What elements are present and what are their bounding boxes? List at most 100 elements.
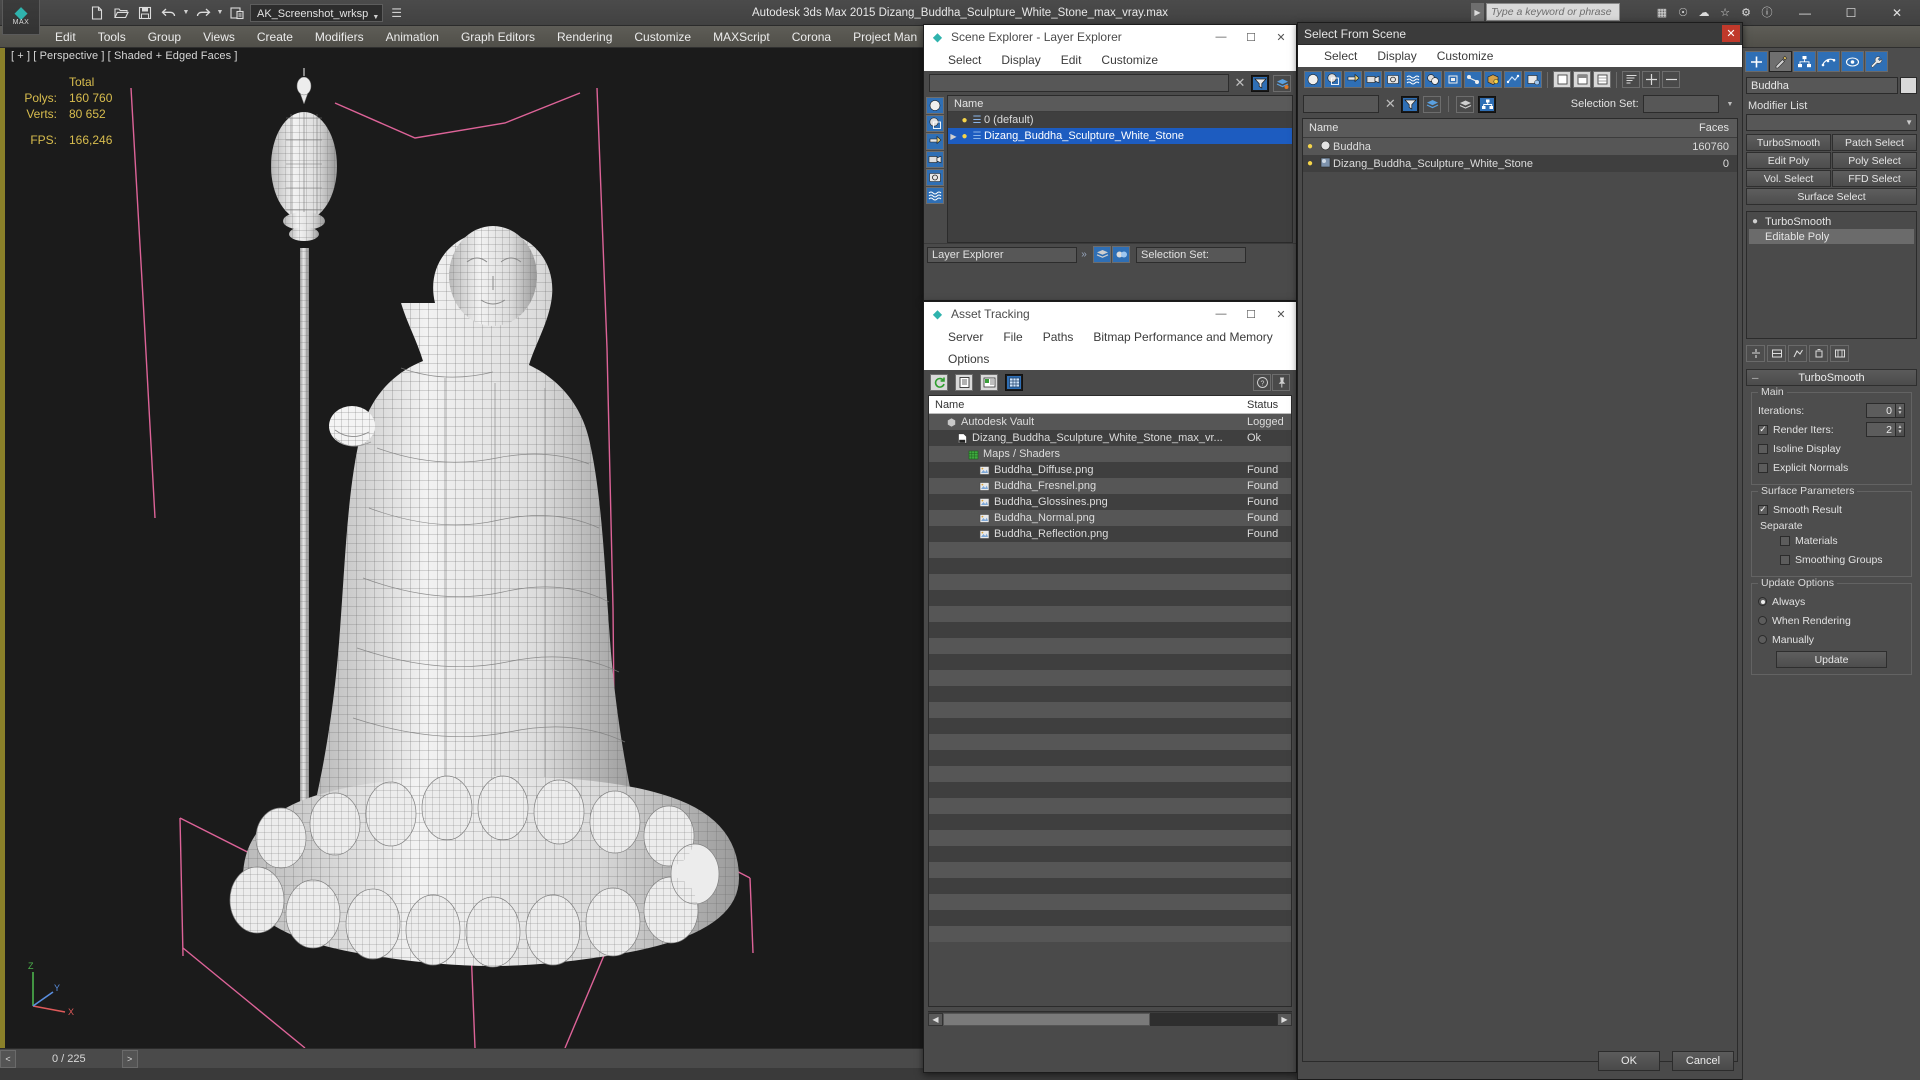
scene-explorer-close[interactable]: ✕: [1266, 25, 1296, 49]
geometry-filter-icon[interactable]: [926, 97, 944, 114]
spacewarps-filter-icon[interactable]: [1404, 71, 1422, 88]
configure-sets-icon[interactable]: [1830, 345, 1849, 362]
update-always-row[interactable]: Always: [1758, 593, 1905, 610]
table-row-empty[interactable]: [929, 670, 1291, 686]
light-bulb-icon[interactable]: ●: [1303, 141, 1317, 152]
modifier-stack[interactable]: ● TurboSmooth Editable Poly: [1746, 211, 1917, 339]
table-row[interactable]: ● ☰ 0 (default): [948, 112, 1292, 128]
table-row-empty[interactable]: [929, 574, 1291, 590]
redo-icon[interactable]: [192, 3, 214, 23]
refresh-icon[interactable]: [930, 374, 948, 391]
filter-icon[interactable]: [1401, 95, 1420, 113]
clear-x-icon[interactable]: ✕: [1383, 96, 1397, 112]
scroll-thumb[interactable]: [943, 1012, 1151, 1026]
filter-icon[interactable]: [1251, 74, 1269, 92]
stack-item-editable-poly[interactable]: Editable Poly: [1749, 229, 1914, 244]
table-row-empty[interactable]: [929, 782, 1291, 798]
workspace-grid-icon[interactable]: ▦: [1653, 3, 1671, 21]
stack-item-turbosmooth[interactable]: ● TurboSmooth: [1749, 214, 1914, 229]
asset-tracking-close[interactable]: ✕: [1266, 302, 1296, 326]
scene-explorer-menu-customize[interactable]: Customize: [1091, 50, 1168, 71]
menu-item-edit[interactable]: Edit: [44, 26, 87, 48]
select-from-scene-close[interactable]: ✕: [1722, 25, 1740, 42]
menu-item-views[interactable]: Views: [192, 26, 246, 48]
smoothing-groups-checkbox[interactable]: [1780, 554, 1790, 565]
expand-icon[interactable]: [1642, 71, 1660, 88]
scene-explorer-menu-edit[interactable]: Edit: [1051, 50, 1092, 71]
utilities-tab-icon[interactable]: [1865, 51, 1888, 72]
table-row[interactable]: Autodesk Vault Logged: [929, 414, 1291, 430]
set-project-folder-icon[interactable]: [226, 3, 248, 23]
perspective-viewport[interactable]: [ + ] [ Perspective ] [ Shaded + Edged F…: [0, 48, 924, 1048]
xrefs-filter-icon[interactable]: [1444, 71, 1462, 88]
maximize-button[interactable]: ☐: [1828, 0, 1874, 26]
asset-tracking-titlebar[interactable]: ◆ Asset Tracking — ☐ ✕: [924, 302, 1296, 326]
table-row-empty[interactable]: [929, 894, 1291, 910]
close-button[interactable]: ✕: [1874, 0, 1920, 26]
layers-view-icon[interactable]: [1456, 95, 1475, 113]
scene-explorer-minimize[interactable]: —: [1206, 25, 1236, 49]
update-always-radio[interactable]: [1758, 597, 1767, 606]
light-bulb-icon[interactable]: ●: [959, 131, 970, 142]
asset-menu-file[interactable]: File: [993, 327, 1032, 348]
selection-set-dropdown-icon[interactable]: ▼: [1723, 101, 1737, 108]
scroll-track[interactable]: [943, 1012, 1277, 1026]
table-row-empty[interactable]: [929, 702, 1291, 718]
bones-filter-icon[interactable]: [1464, 71, 1482, 88]
table-row[interactable]: Buddha_Reflection.png Found: [929, 526, 1291, 542]
cameras-filter-icon[interactable]: [926, 151, 944, 168]
layers-icon[interactable]: [1423, 95, 1442, 113]
explicit-normals-checkbox[interactable]: [1758, 462, 1768, 473]
table-row[interactable]: Buddha_Diffuse.png Found: [929, 462, 1291, 478]
groups-filter-icon[interactable]: [1424, 71, 1442, 88]
spinner-arrows-icon[interactable]: ▲ ▼: [1896, 403, 1905, 418]
menu-item-group[interactable]: Group: [137, 26, 192, 48]
scene-explorer-list[interactable]: Name ● ☰ 0 (default) ▶ ● ☰ Dizang_Buddha…: [947, 95, 1293, 243]
smoothing-groups-row[interactable]: Smoothing Groups: [1758, 551, 1905, 568]
display-none-icon[interactable]: [1553, 71, 1571, 88]
max-logo-button[interactable]: ◆ MAX: [2, 0, 40, 35]
table-row-empty[interactable]: [929, 814, 1291, 830]
table-row-empty[interactable]: [929, 910, 1291, 926]
menu-item-rendering[interactable]: Rendering: [546, 26, 623, 48]
table-row-empty[interactable]: [929, 558, 1291, 574]
modifier-list-dropdown[interactable]: ▼: [1746, 114, 1917, 131]
scene-explorer-titlebar[interactable]: ◆ Scene Explorer - Layer Explorer — ☐ ✕: [924, 25, 1296, 49]
undo-icon[interactable]: [158, 3, 180, 23]
table-row[interactable]: Maps / Shaders: [929, 446, 1291, 462]
modifier-button-edit-poly[interactable]: Edit Poly: [1746, 152, 1831, 169]
toolbar-overflow-icon[interactable]: ☰: [391, 6, 402, 20]
sfs-search-input[interactable]: [1303, 95, 1380, 113]
exchange-icon[interactable]: ⚙: [1737, 3, 1755, 21]
table-row[interactable]: ▶ ● ☰ Dizang_Buddha_Sculpture_White_Ston…: [948, 128, 1292, 144]
sfs-menu-customize[interactable]: Customize: [1427, 46, 1504, 67]
display-tab-icon[interactable]: [1841, 51, 1864, 72]
shapes-filter-icon[interactable]: [1324, 71, 1342, 88]
motion-tab-icon[interactable]: [1817, 51, 1840, 72]
clear-x-icon[interactable]: ✕: [1233, 75, 1247, 91]
footer-chevron-icon[interactable]: »: [1077, 249, 1091, 260]
grid-view-icon[interactable]: [1005, 374, 1023, 391]
spinner-arrows-icon[interactable]: ▲ ▼: [1896, 422, 1905, 437]
iterations-value[interactable]: 0: [1866, 403, 1896, 418]
stack-toggle-icon[interactable]: ●: [1749, 216, 1761, 227]
table-row-empty[interactable]: [929, 718, 1291, 734]
undo-dropdown-icon[interactable]: ▼: [182, 9, 190, 16]
scene-explorer-menu-select[interactable]: Select: [938, 50, 991, 71]
object-name-field[interactable]: Buddha: [1746, 77, 1898, 94]
table-row-empty[interactable]: [929, 862, 1291, 878]
favorites-icon[interactable]: ☆: [1716, 3, 1734, 21]
sfs-object-list[interactable]: Name Faces ● Buddha 160760 ● Dizang_Budd…: [1302, 118, 1738, 1062]
containers-filter-icon[interactable]: [1484, 71, 1502, 88]
asset-menu-bitmap-performance[interactable]: Bitmap Performance and Memory: [1083, 327, 1282, 348]
table-row-empty[interactable]: [929, 734, 1291, 750]
light-bulb-icon[interactable]: ●: [959, 115, 970, 126]
table-row-empty[interactable]: [929, 606, 1291, 622]
update-button[interactable]: Update: [1776, 651, 1887, 668]
save-file-icon[interactable]: [134, 3, 156, 23]
menu-item-create[interactable]: Create: [246, 26, 304, 48]
viewport-label[interactable]: [ + ] [ Perspective ] [ Shaded + Edged F…: [11, 50, 238, 62]
geometry-filter-icon[interactable]: [1304, 71, 1322, 88]
layer-manage-icon[interactable]: [1093, 246, 1111, 263]
modifier-button-vol-select[interactable]: Vol. Select: [1746, 170, 1831, 187]
